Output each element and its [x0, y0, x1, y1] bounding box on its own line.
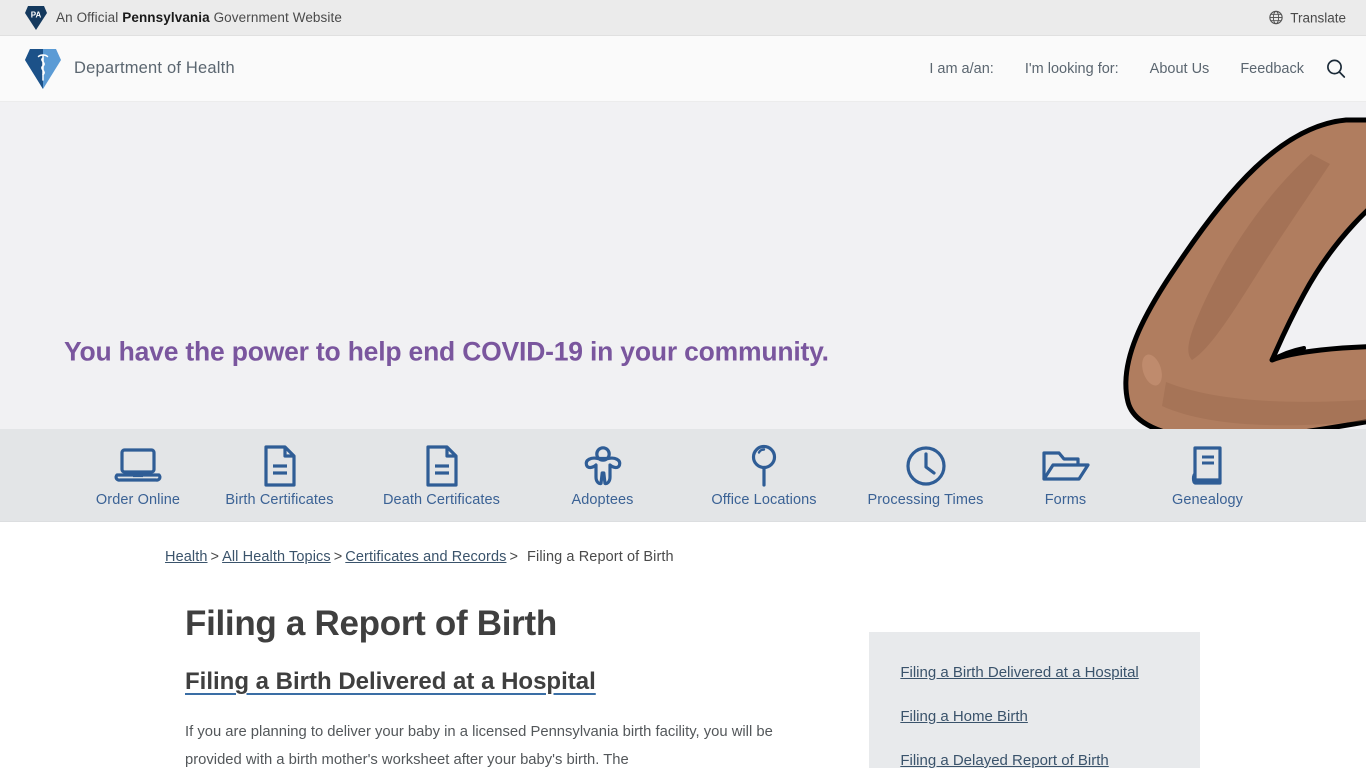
svg-text:PA: PA — [31, 10, 42, 19]
globe-icon — [1269, 10, 1283, 25]
breadcrumb-separator: > — [509, 549, 519, 565]
translate-label: Translate — [1290, 10, 1346, 25]
quicklink-label: Office Locations — [711, 491, 817, 508]
laptop-icon — [114, 443, 162, 489]
quicklink-forms[interactable]: Forms — [1005, 443, 1126, 508]
translate-button[interactable]: Translate — [1269, 10, 1346, 25]
folder-open-icon — [1040, 443, 1092, 489]
quicklink-processing-times[interactable]: Processing Times — [846, 443, 1005, 508]
pa-keystone-icon: PA — [25, 5, 47, 30]
quicklink-label: Genealogy — [1171, 491, 1244, 508]
brand-name: Department of Health — [74, 59, 235, 77]
quicklink-birth-certificates[interactable]: Birth Certificates — [199, 443, 360, 508]
quicklink-label: Death Certificates — [382, 491, 501, 508]
gov-banner-prefix: An Official — [56, 10, 123, 25]
flexed-arm-illustration — [1106, 102, 1366, 429]
official-government-banner: PA An Official Pennsylvania Government W… — [0, 0, 1366, 36]
section-heading: Filing a Birth Delivered at a Hospital — [185, 668, 596, 695]
breadcrumb-separator: > — [210, 549, 220, 565]
page-title: Filing a Report of Birth — [185, 604, 557, 643]
document-icon — [422, 443, 462, 489]
quicklink-label: Forms — [1044, 491, 1087, 508]
quick-links-bar: Order Online Birth Certificates Death Ce… — [0, 429, 1366, 522]
sidebar-link-delayed-report[interactable]: Filing a Delayed Report of Birth — [900, 746, 1169, 768]
content-columns: Filing a Report of Birth Filing a Birth … — [20, 565, 1346, 768]
quicklink-adoptees[interactable]: Adoptees — [523, 443, 682, 508]
nav-item-feedback[interactable]: Feedback — [1240, 61, 1304, 77]
sidebar-link-home-birth[interactable]: Filing a Home Birth — [900, 702, 1169, 731]
quicklink-death-certificates[interactable]: Death Certificates — [360, 443, 523, 508]
breadcrumb-link-all-health-topics[interactable]: All Health Topics — [222, 549, 331, 565]
page-content: Filing a Report of Birth Filing a Birth … — [0, 565, 1366, 768]
nav-item-im-looking-for[interactable]: I'm looking for: — [1025, 61, 1119, 77]
related-links-box: Filing a Birth Delivered at a Hospital F… — [869, 632, 1200, 768]
search-icon[interactable] — [1324, 57, 1348, 81]
quicklink-label: Order Online — [95, 491, 181, 508]
gov-banner-suffix: Government Website — [209, 10, 342, 25]
map-pin-icon — [747, 443, 781, 489]
clock-icon — [904, 443, 948, 489]
breadcrumb-link-health[interactable]: Health — [165, 549, 208, 565]
main-column: Filing a Report of Birth Filing a Birth … — [185, 565, 846, 768]
nav-item-about-us[interactable]: About Us — [1150, 61, 1210, 77]
body-paragraph: If you are planning to deliver your baby… — [185, 724, 773, 768]
quicklink-label: Processing Times — [867, 491, 984, 508]
quicklink-office-locations[interactable]: Office Locations — [682, 443, 846, 508]
site-brand[interactable]: Department of Health — [25, 48, 235, 89]
child-figure-icon — [581, 443, 625, 489]
quicklink-order-online[interactable]: Order Online — [77, 443, 199, 508]
breadcrumb: Health > All Health Topics > Certificates an… — [0, 522, 1366, 565]
pa-keystone-caduceus-logo — [25, 48, 61, 89]
gov-banner-text: An Official Pennsylvania Government Webs… — [56, 10, 342, 25]
quicklink-label: Birth Certificates — [225, 491, 334, 508]
site-header: Department of Health I am a/an: I'm look… — [0, 36, 1366, 102]
breadcrumb-separator: > — [333, 549, 343, 565]
main-navigation: I am a/an: I'm looking for: About Us Fee… — [929, 61, 1304, 77]
hero-headline: You have the power to help end COVID-19 … — [64, 336, 829, 367]
gov-banner-state: Pennsylvania — [122, 10, 210, 25]
breadcrumb-current: Filing a Report of Birth — [527, 549, 674, 565]
quicklink-genealogy[interactable]: Genealogy — [1126, 443, 1289, 508]
hero-banner: You have the power to help end COVID-19 … — [0, 102, 1366, 429]
book-icon — [1187, 443, 1229, 489]
sidebar-link-hospital-birth[interactable]: Filing a Birth Delivered at a Hospital — [900, 658, 1169, 687]
gov-banner-left: PA An Official Pennsylvania Government W… — [25, 5, 342, 30]
sidebar-column: Filing a Birth Delivered at a Hospital F… — [869, 632, 1200, 768]
document-icon — [260, 443, 300, 489]
breadcrumb-link-certificates-and-records[interactable]: Certificates and Records — [345, 549, 506, 565]
nav-item-i-am-a[interactable]: I am a/an: — [929, 61, 993, 77]
quicklink-label: Adoptees — [571, 491, 634, 508]
